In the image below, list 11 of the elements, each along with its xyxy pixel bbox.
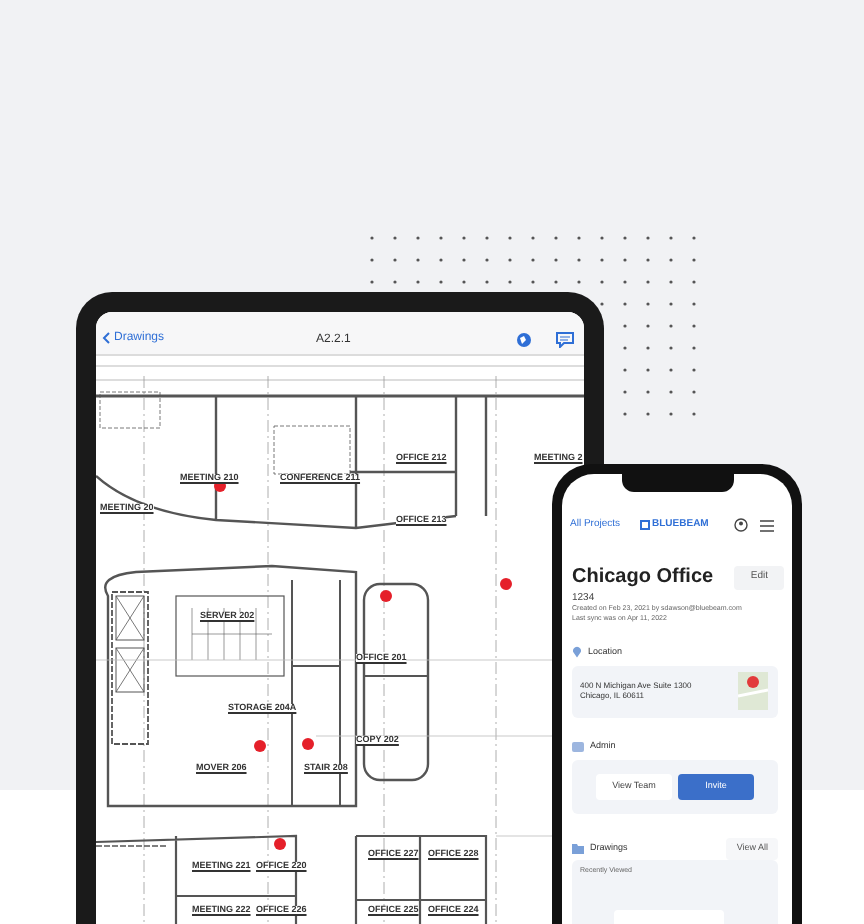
user-icon[interactable] — [734, 518, 749, 533]
location-pin-icon — [572, 646, 582, 658]
logo-mark-icon — [640, 520, 651, 531]
menu-icon[interactable] — [760, 519, 775, 532]
folder-icon — [572, 843, 584, 854]
comment-icon[interactable] — [556, 332, 574, 348]
notch — [622, 474, 734, 492]
chevron-left-icon — [102, 332, 110, 344]
map-thumbnail — [738, 672, 768, 710]
globe-icon[interactable] — [516, 332, 532, 348]
project-title: Chicago Office — [572, 567, 714, 588]
